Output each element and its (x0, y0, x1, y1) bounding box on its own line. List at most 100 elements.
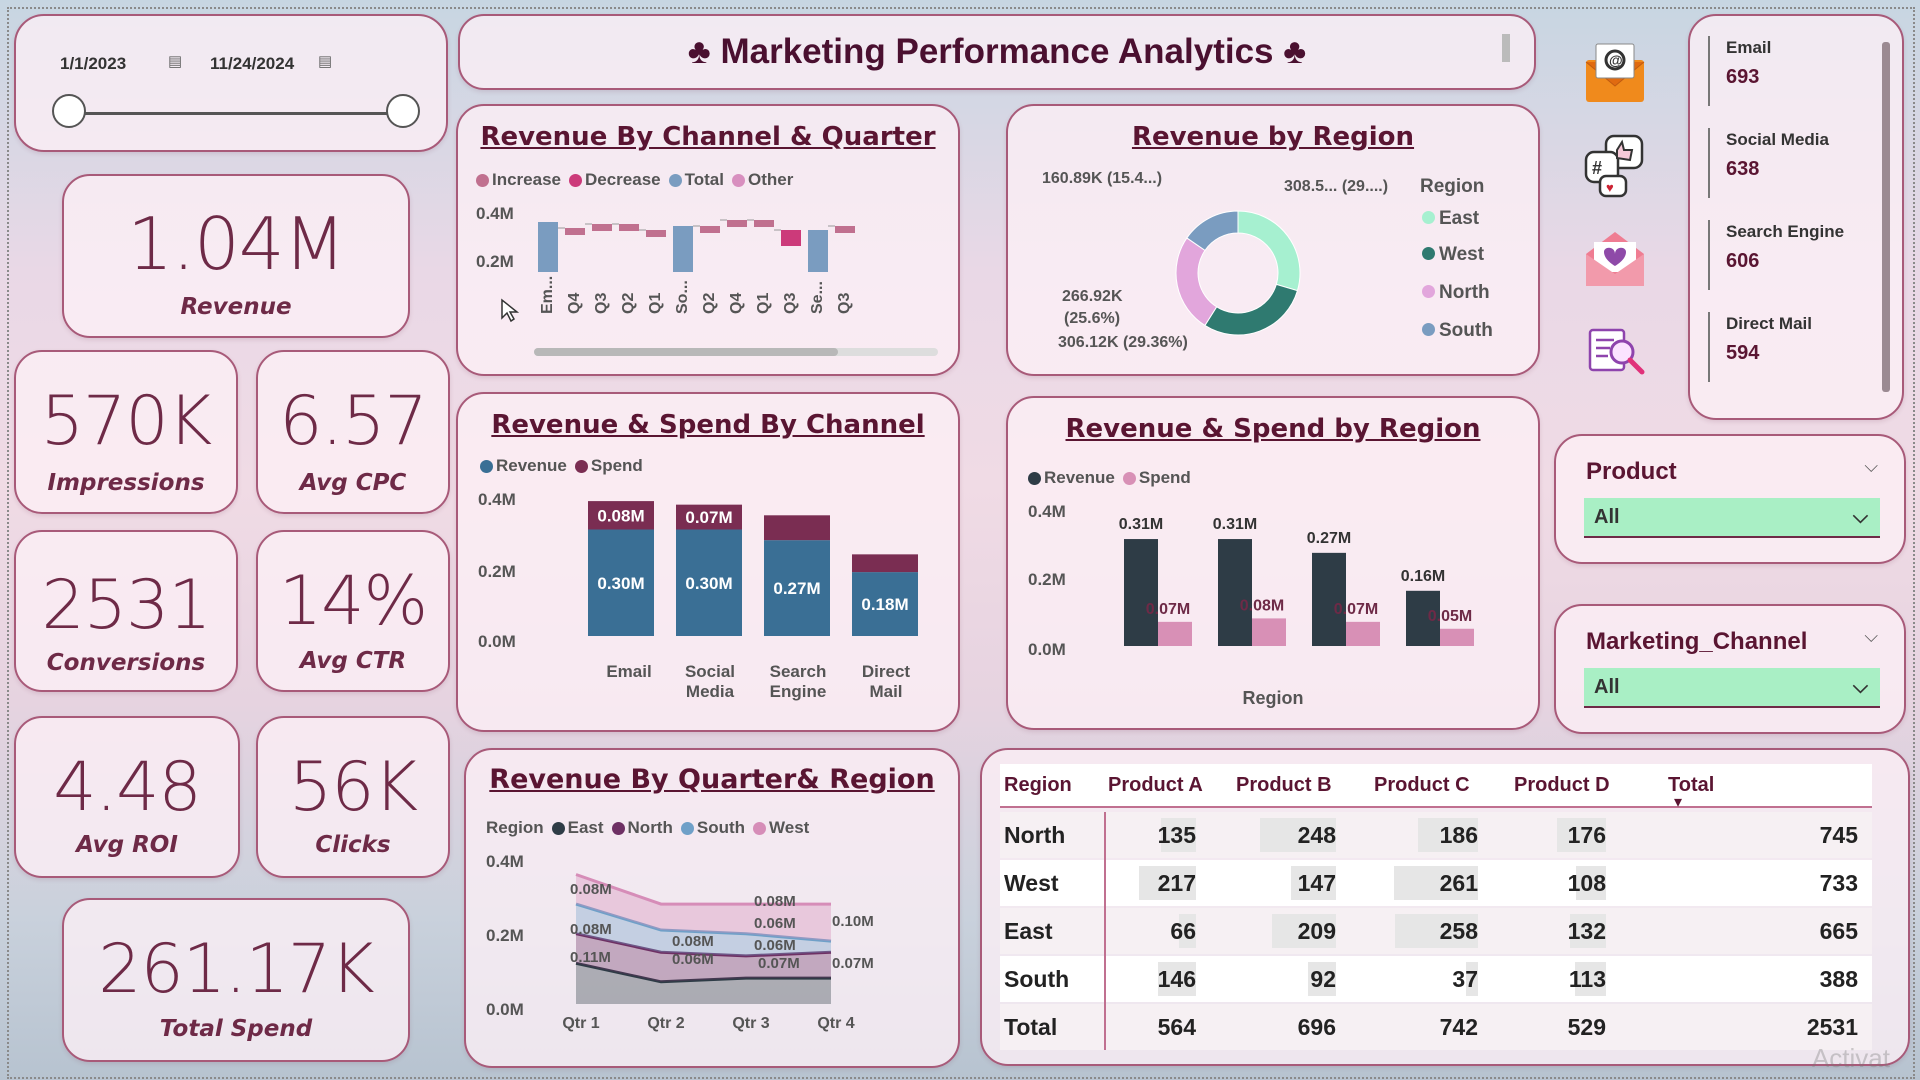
channel-count-list[interactable]: Email 693 Social Media 638 Search Engine 606 D… (1688, 14, 1904, 420)
slider-handle-start[interactable] (52, 94, 86, 128)
data-label: 0.27M (1307, 530, 1351, 547)
kpi-label: Avg ROI (76, 832, 178, 858)
column-header[interactable]: Region (1004, 774, 1072, 797)
legend-item-decrease[interactable]: Decrease (569, 170, 661, 190)
column-header[interactable]: Product C (1374, 774, 1470, 797)
legend-item-south[interactable]: South (680, 818, 745, 838)
data-label: 0.16M (1401, 568, 1445, 585)
data-label: 308.5... (29....) (1284, 178, 1389, 195)
waterfall-bar (754, 220, 774, 227)
data-label: 306.12K (29.36%) (1058, 334, 1188, 351)
x-tick: Search Engine (769, 662, 827, 701)
x-tick: Email (606, 662, 652, 681)
chart-revenue-by-channel-quarter[interactable]: Revenue By Channel & Quarter Increase De… (456, 104, 960, 376)
bar-revenue (1124, 539, 1158, 646)
calendar-icon[interactable]: ▤ (168, 52, 182, 70)
kpi-card-avg-cpc: 6.57 Avg CPC (256, 350, 450, 514)
waterfall-bar (565, 228, 585, 235)
kpi-value: 6.57 (279, 382, 427, 461)
legend-item-west[interactable]: West (753, 818, 809, 838)
list-accent-bar (1708, 36, 1710, 106)
table-total-row[interactable] (1000, 1004, 1872, 1050)
legend-item-revenue[interactable]: Revenue (480, 456, 567, 476)
marketing-channel-filter[interactable]: Marketing_Channel ⌵ All ⌵ (1554, 604, 1906, 734)
legend-title: Region (1420, 176, 1485, 197)
chevron-down-icon[interactable]: ⌵ (1864, 626, 1878, 647)
channel-count: 693 (1726, 66, 1760, 88)
calendar-icon[interactable]: ▤ (318, 52, 332, 70)
scrollbar[interactable] (1882, 42, 1890, 392)
legend-item-total[interactable]: Total (668, 170, 724, 190)
channel-label: Search Engine (1726, 222, 1845, 241)
social-media-icon[interactable]: # ♥ (1582, 130, 1648, 202)
y-tick: 0.2M (476, 252, 514, 271)
legend-item-south[interactable]: South (1422, 320, 1493, 342)
legend-item-revenue[interactable]: Revenue (1028, 468, 1115, 488)
start-date-input[interactable]: 1/1/2023 (60, 54, 126, 74)
kpi-card-revenue: 1.04M Revenue (62, 174, 410, 338)
scrollbar[interactable] (1502, 34, 1510, 62)
table-cell: East (1004, 918, 1053, 944)
legend-item-north[interactable]: North (611, 818, 673, 838)
table-row[interactable] (1000, 956, 1872, 1002)
legend-item-spend[interactable]: Spend (1122, 468, 1191, 488)
legend-item-north[interactable]: North (1422, 282, 1490, 304)
chart-revenue-spend-by-channel[interactable]: Revenue & Spend By Channel Revenue Spend… (456, 392, 960, 732)
bar-spend (1346, 621, 1380, 646)
bar-spend (764, 515, 830, 541)
sort-descending-icon[interactable]: ▾ (1674, 792, 1682, 812)
waterfall-plot[interactable]: Em... Q4 Q3 Q2 Q1 So... Q2 Q4 Q1 Q3 Se... Q3 (538, 206, 938, 316)
channel-count: 594 (1726, 342, 1760, 364)
column-header[interactable]: Product A (1108, 774, 1203, 797)
y-tick: 0.2M (1028, 570, 1066, 589)
data-label: (25.6%) (1064, 310, 1121, 327)
love-mail-icon[interactable] (1582, 226, 1648, 292)
chart-revenue-spend-by-region[interactable]: Revenue & Spend by Region Revenue Spend … (1006, 396, 1540, 730)
slider-track[interactable] (68, 112, 412, 115)
matrix-table-card[interactable]: Region Product A Product B Product C Product… (980, 748, 1910, 1066)
table-cell: 92 (1310, 966, 1336, 992)
chart-revenue-by-quarter-region[interactable]: Revenue By Quarter& Region Region East N… (464, 748, 960, 1068)
legend-item-other[interactable]: Other (731, 170, 793, 190)
data-label: 0.08M (672, 933, 714, 950)
table-cell: 696 (1297, 1014, 1336, 1040)
table-cell: 147 (1297, 870, 1336, 896)
legend-item-increase[interactable]: Increase (476, 170, 561, 190)
horizontal-scrollbar[interactable] (534, 348, 938, 356)
chevron-down-icon[interactable]: ⌵ (1864, 456, 1878, 477)
legend-item-east[interactable]: East (551, 818, 604, 838)
column-divider (1104, 812, 1106, 1050)
column-header[interactable]: Product D (1514, 774, 1610, 797)
kpi-value: 2531 (41, 566, 211, 645)
table-cell: 665 (1819, 918, 1858, 944)
scrollbar-thumb[interactable] (534, 348, 838, 356)
channel-count: 638 (1726, 158, 1760, 180)
table-cell: 733 (1819, 870, 1858, 896)
kpi-label: Avg CPC (299, 470, 407, 496)
donut-slice-north (1175, 237, 1218, 327)
legend-item-spend[interactable]: Spend (574, 456, 643, 476)
product-dropdown[interactable]: All ⌵ (1584, 498, 1880, 538)
date-slicer[interactable]: 1/1/2023 ▤ 11/24/2024 ▤ (14, 14, 448, 152)
product-filter[interactable]: Product ⌵ All ⌵ (1554, 434, 1906, 564)
email-icon[interactable]: @ (1582, 40, 1648, 106)
channel-dropdown[interactable]: All ⌵ (1584, 668, 1880, 708)
waterfall-bar (808, 230, 828, 272)
search-analytics-icon[interactable] (1588, 324, 1648, 376)
kpi-label: Clicks (315, 832, 391, 858)
slider-handle-end[interactable] (386, 94, 420, 128)
legend-item-east[interactable]: East (1422, 208, 1479, 230)
stacked-area-plot[interactable]: Qtr 1 Qtr 2 Qtr 3 Qtr 4 0.08M 0.08M 0.11M 0.08M… (546, 854, 946, 1034)
legend-item-west[interactable]: West (1422, 244, 1484, 266)
waterfall-bar (673, 226, 693, 272)
x-tick: Q1 (647, 293, 664, 314)
end-date-input[interactable]: 11/24/2024 (210, 54, 294, 74)
header-banner: ♣ Marketing Performance Analytics ♣ (458, 14, 1536, 90)
data-label: 0.08M (1240, 597, 1284, 614)
grouped-bar-plot[interactable]: 0.31M 0.07M East 0.31M 0.08M West 0.27M 0.07M No… (1088, 508, 1508, 656)
data-label: 0.31M (1213, 516, 1257, 533)
column-header[interactable]: Product B (1236, 774, 1332, 797)
chart-revenue-by-region[interactable]: Revenue by Region 160.89K (15.4...) 308.… (1006, 104, 1540, 376)
kpi-label: Conversions (46, 650, 206, 676)
stacked-bar-plot[interactable]: 0.30M 0.08M 0.30M 0.07M 0.27M 0.18M (548, 494, 938, 644)
